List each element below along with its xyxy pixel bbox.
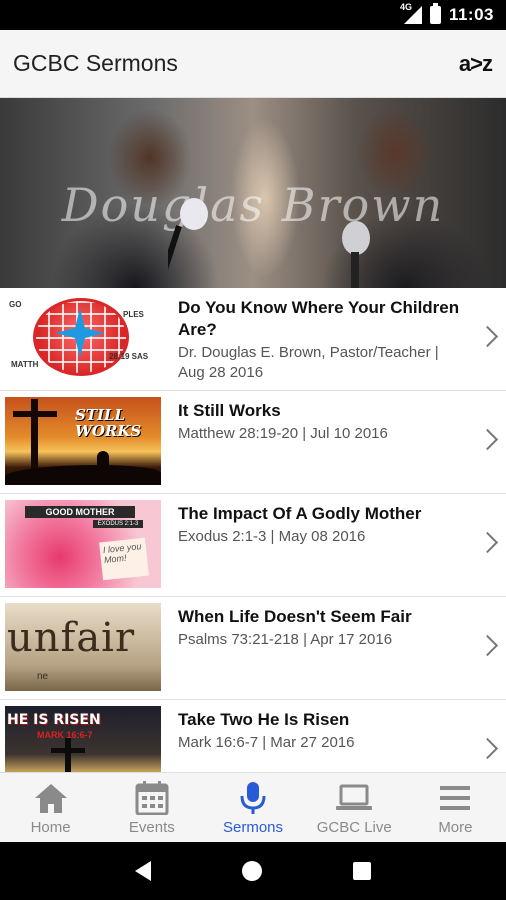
- sermon-title: The Impact Of A Godly Mother: [178, 504, 422, 523]
- chevron-right-icon: [480, 429, 494, 453]
- microphone-left-image: [168, 198, 208, 284]
- nav-home-label: Home: [30, 819, 71, 836]
- back-icon[interactable]: [135, 861, 152, 881]
- app-bar: GCBC Sermons a>z: [0, 30, 506, 98]
- hero-overlay-text: Douglas Brown: [61, 178, 445, 232]
- bottom-nav: Home Events Sermons GCBC Live More: [0, 772, 506, 842]
- list-item[interactable]: HE IS RISEN MARK 16:6-7 Take Two He Is R…: [0, 700, 506, 772]
- chevron-right-icon: [480, 738, 494, 762]
- status-bar: 4G 11:03: [0, 0, 506, 30]
- sermon-subtitle: Mark 16:6-7 | Mar 27 2016: [178, 734, 355, 751]
- sermon-thumbnail: STILL WORKS: [5, 397, 161, 485]
- sermon-title: Do You Know Where Your Children Are?: [178, 298, 460, 339]
- clock: 11:03: [448, 5, 494, 24]
- list-item[interactable]: STILL WORKS It Still Works Matthew 28:19…: [0, 391, 506, 494]
- nav-more-label: More: [438, 819, 473, 836]
- sermon-title: Take Two He Is Risen: [178, 710, 350, 729]
- home-circle-icon[interactable]: [241, 861, 262, 881]
- microphone-right-image: [342, 221, 370, 288]
- chevron-right-icon: [480, 635, 494, 659]
- sermon-thumbnail: GO PLES MATTH 28:19 SAS: [5, 294, 161, 382]
- nav-sermons-label: Sermons: [222, 819, 284, 836]
- sermon-subtitle: Psalms 73:21-218 | Apr 17 2016: [178, 631, 393, 648]
- recents-icon[interactable]: [352, 862, 371, 880]
- nav-events[interactable]: Events: [101, 773, 202, 842]
- nav-sermons[interactable]: Sermons: [202, 773, 303, 842]
- page-title: GCBC Sermons: [13, 50, 178, 76]
- sermon-title: It Still Works: [178, 401, 281, 420]
- battery-icon: [429, 3, 441, 24]
- microphone-icon: [240, 782, 266, 814]
- system-nav-bar: [0, 842, 506, 900]
- sort-az-button[interactable]: a>z: [459, 51, 493, 77]
- nav-gcbc-live-label: GCBC Live: [316, 819, 392, 836]
- signal-icon: 4G: [400, 2, 422, 24]
- home-icon: [34, 784, 67, 813]
- sermon-title: When Life Doesn't Seem Fair: [178, 607, 412, 626]
- sermon-subtitle: Exodus 2:1-3 | May 08 2016: [178, 528, 366, 545]
- sermon-subtitle: Matthew 28:19-20 | Jul 10 2016: [178, 425, 388, 442]
- sermon-list[interactable]: GO PLES MATTH 28:19 SAS Do You Know Wher…: [0, 288, 506, 772]
- list-item[interactable]: GOOD MOTHER EXODUS 2:1-3 I love you Mom!…: [0, 494, 506, 597]
- menu-icon: [440, 786, 471, 810]
- calendar-icon: [135, 781, 169, 815]
- sermon-thumbnail: HE IS RISEN MARK 16:6-7: [5, 706, 161, 772]
- sermon-thumbnail: unfair ne: [5, 603, 161, 691]
- list-item[interactable]: GO PLES MATTH 28:19 SAS Do You Know Wher…: [0, 288, 506, 391]
- hero-banner: Douglas Brown: [0, 98, 506, 288]
- sermon-thumbnail: GOOD MOTHER EXODUS 2:1-3 I love you Mom!: [5, 500, 161, 588]
- nav-more[interactable]: More: [405, 773, 506, 842]
- nav-gcbc-live[interactable]: GCBC Live: [304, 773, 405, 842]
- laptop-icon: [336, 784, 373, 810]
- sermon-subtitle: Dr. Douglas E. Brown, Pastor/Teacher | A…: [178, 344, 439, 381]
- chevron-right-icon: [480, 326, 494, 350]
- list-item[interactable]: unfair ne When Life Doesn't Seem Fair Ps…: [0, 597, 506, 700]
- nav-events-label: Events: [128, 819, 175, 836]
- nav-home[interactable]: Home: [0, 773, 101, 842]
- chevron-right-icon: [480, 532, 494, 556]
